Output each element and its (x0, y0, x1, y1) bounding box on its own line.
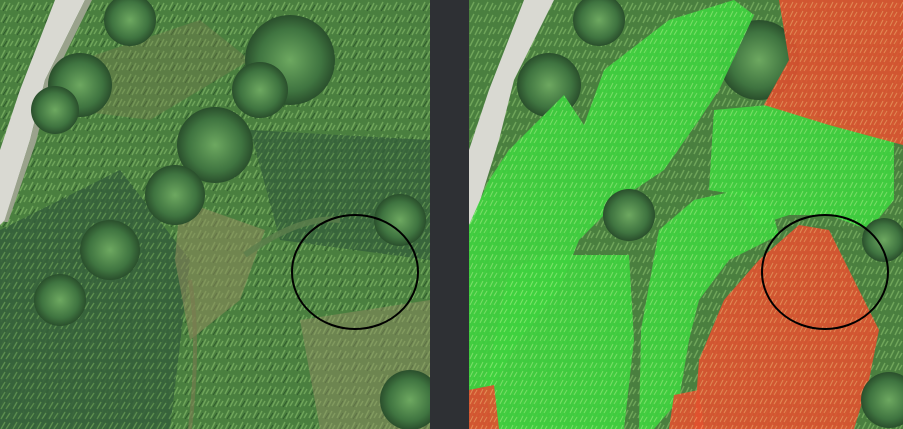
overlay-region-red (469, 385, 499, 429)
aerial-photo-right (469, 0, 903, 429)
panel-divider (430, 0, 469, 429)
segmentation-overlay-image (469, 0, 903, 429)
aerial-photo-left (0, 0, 430, 429)
original-aerial-image (0, 0, 430, 429)
overlay-region-red (669, 390, 704, 429)
